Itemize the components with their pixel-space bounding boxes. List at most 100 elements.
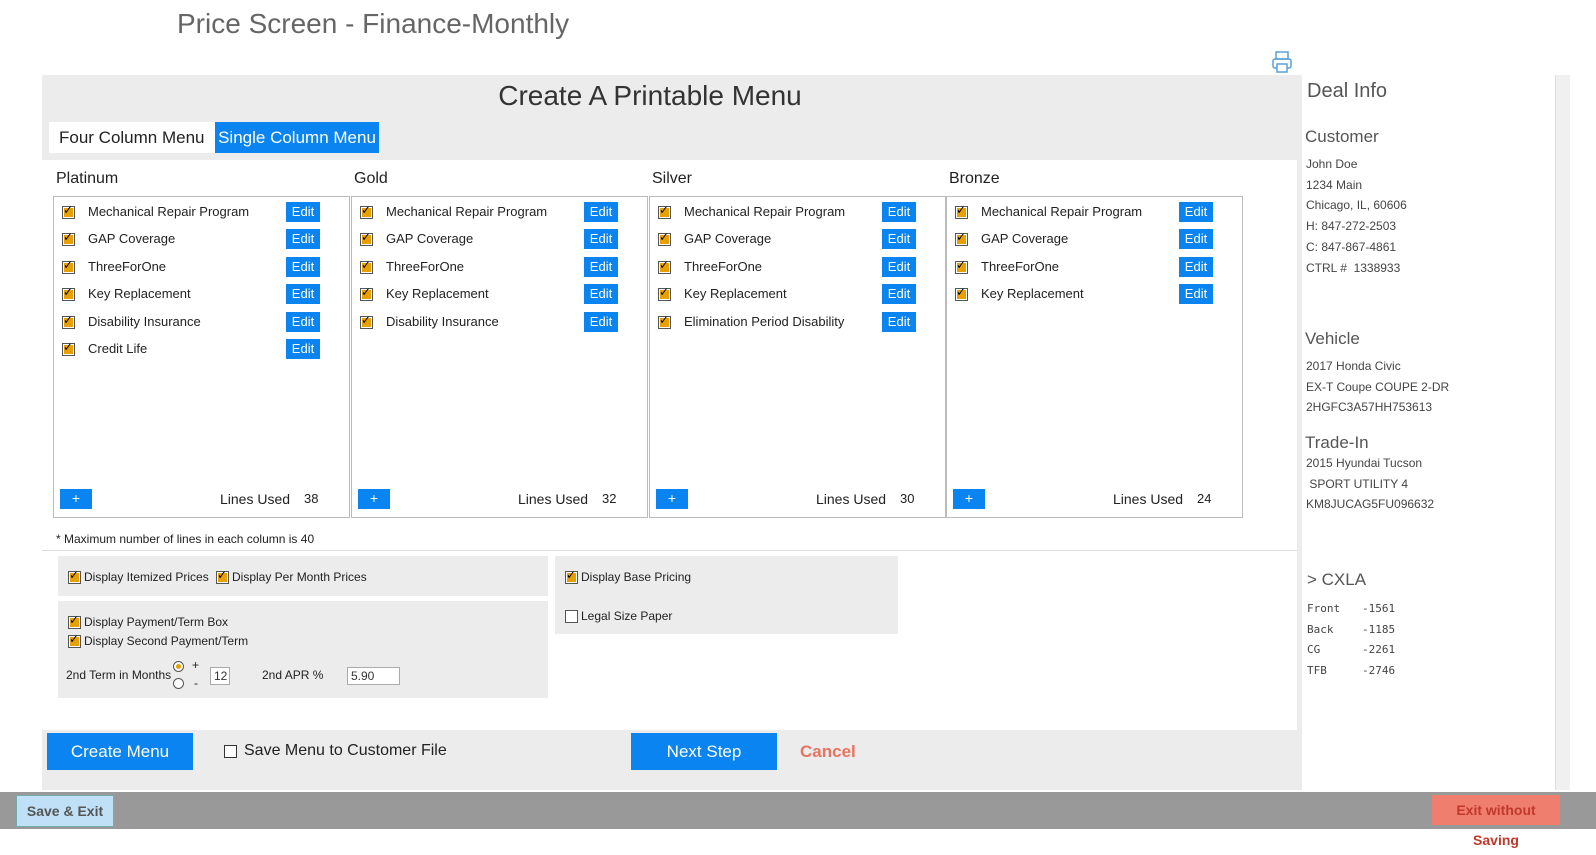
edit-button[interactable]: Edit [1179,284,1213,305]
itemized-prices-checkbox[interactable] [68,568,81,584]
edit-button[interactable]: Edit [1179,256,1213,277]
edit-button[interactable]: Edit [882,284,916,305]
menu-item-checkbox[interactable] [62,340,75,356]
menu-item-checkbox[interactable] [955,203,968,219]
menu-item: Disability Insurance Edit [54,311,349,334]
menu-item-checkbox[interactable] [62,203,75,219]
deal-info-line: Chicago, IL, 60606 [1306,198,1407,213]
lines-used-label: Lines Used [1113,491,1184,507]
base-pricing-label: Display Base Pricing [581,570,692,584]
deal-info-line: SPORT UTILITY 4 [1306,476,1409,491]
menu-item-label: Mechanical Repair Program [981,204,1143,219]
per-month-prices-checkbox[interactable] [216,568,229,584]
pricing-paper-options: Display Base Pricing Legal Size Paper [555,556,898,634]
menu-item-checkbox[interactable] [658,285,671,302]
edit-button[interactable]: Edit [584,202,618,222]
menu-item-checkbox[interactable] [360,285,373,302]
edit-button[interactable]: Edit [286,202,320,222]
edit-button[interactable]: Edit [584,284,618,305]
menu-item: Key Replacement Edit [947,284,1242,306]
menu-item: Key Replacement Edit [650,284,945,306]
menu-item-checkbox[interactable] [955,258,968,274]
menu-item-checkbox[interactable] [360,258,373,274]
menu-item-label: ThreeForOne [684,258,763,274]
deal-info-line: John Doe [1306,157,1358,171]
term-minus-radio[interactable] [173,678,184,689]
save-to-file-checkbox[interactable] [224,745,237,758]
menu-item-checkbox[interactable] [360,230,373,247]
menu-item: Mechanical Repair Program Edit [650,202,945,224]
edit-button[interactable]: Edit [1179,202,1213,222]
menu-item-checkbox[interactable] [955,285,968,302]
tab-single-column[interactable]: Single Column Menu [215,122,379,153]
deal-info-line: 2015 Hyundai Tucson [1306,456,1423,470]
save-exit-button[interactable]: Save & Exit [16,795,114,827]
edit-button[interactable]: Edit [286,284,320,305]
base-pricing-checkbox[interactable] [565,568,578,584]
menu-item-label: ThreeForOne [981,258,1060,274]
add-item-button[interactable]: + [358,489,390,509]
lines-used-label: Lines Used [220,491,291,507]
cxla-heading[interactable]: > CXLA [1307,570,1366,590]
menu-item-checkbox[interactable] [658,203,671,219]
menu-item-label: Key Replacement [981,286,1084,302]
edit-button[interactable]: Edit [584,256,618,277]
menu-item: Mechanical Repair Program Edit [54,202,349,224]
add-item-button[interactable]: + [60,489,92,509]
exit-without-saving-button[interactable]: Exit without Saving [1432,795,1560,848]
edit-button[interactable]: Edit [286,229,320,250]
second-payment-label: Display Second Payment/Term [84,634,249,648]
tab-four-column[interactable]: Four Column Menu [49,122,219,153]
lines-used-count: 30 [900,491,915,506]
legal-paper-checkbox[interactable] [565,610,578,623]
menu-item-label: Elimination Period Disability [684,313,845,329]
cancel-link[interactable]: Cancel [800,742,856,762]
menu-item: Disability Insurance Edit [352,311,647,334]
cxla-value: -1561 [1362,602,1396,615]
price-display-options: Display Itemized Prices Display Per Mont… [58,556,548,596]
second-term-input[interactable]: 12 [210,667,230,685]
next-step-button[interactable]: Next Step [631,733,777,770]
menu-item-checkbox[interactable] [955,230,968,247]
deal-info-line: 1234 Main [1306,177,1363,192]
lines-used-count: 38 [304,491,319,506]
create-menu-button[interactable]: Create Menu [47,733,193,770]
edit-button[interactable]: Edit [584,311,618,332]
menu-item-label: Disability Insurance [386,313,499,329]
menu-item-checkbox[interactable] [360,313,373,329]
column-title: Platinum [56,170,119,187]
cxla-key: Back [1307,622,1334,636]
menu-item-checkbox[interactable] [658,230,671,247]
menu-column-list: Mechanical Repair ProgramEditGAP Coverag… [946,196,1243,518]
menu-item-checkbox[interactable] [62,285,75,302]
column-title: Bronze [949,170,1000,187]
edit-button[interactable]: Edit [882,202,916,222]
menu-item-checkbox[interactable] [62,258,75,274]
menu-item-label: Mechanical Repair Program [386,204,548,219]
menu-item: Key Replacement Edit [352,284,647,306]
menu-item-checkbox[interactable] [62,313,75,329]
edit-button[interactable]: Edit [584,229,618,250]
printer-icon[interactable] [1270,50,1294,74]
edit-button[interactable]: Edit [286,311,320,332]
menu-item-label: Key Replacement [88,286,191,302]
menu-item-checkbox[interactable] [658,258,671,274]
edit-button[interactable]: Edit [882,311,916,332]
max-lines-note: * Maximum number of lines in each column… [56,532,315,546]
menu-item-checkbox[interactable] [658,313,671,329]
payment-term-checkbox[interactable] [68,613,81,629]
menu-item-checkbox[interactable] [62,230,75,247]
edit-button[interactable]: Edit [1179,229,1213,250]
second-payment-checkbox[interactable] [68,632,81,648]
add-item-button[interactable]: + [656,489,688,509]
edit-button[interactable]: Edit [286,339,320,359]
menu-item-checkbox[interactable] [360,203,373,219]
term-plus-radio[interactable] [173,661,184,672]
edit-button[interactable]: Edit [882,229,916,250]
add-item-button[interactable]: + [953,489,985,509]
edit-button[interactable]: Edit [882,256,916,277]
apr-input[interactable]: 5.90 [347,667,400,685]
edit-button[interactable]: Edit [286,256,320,277]
column-title: Silver [652,170,693,187]
vertical-scrollbar[interactable] [1555,75,1570,790]
